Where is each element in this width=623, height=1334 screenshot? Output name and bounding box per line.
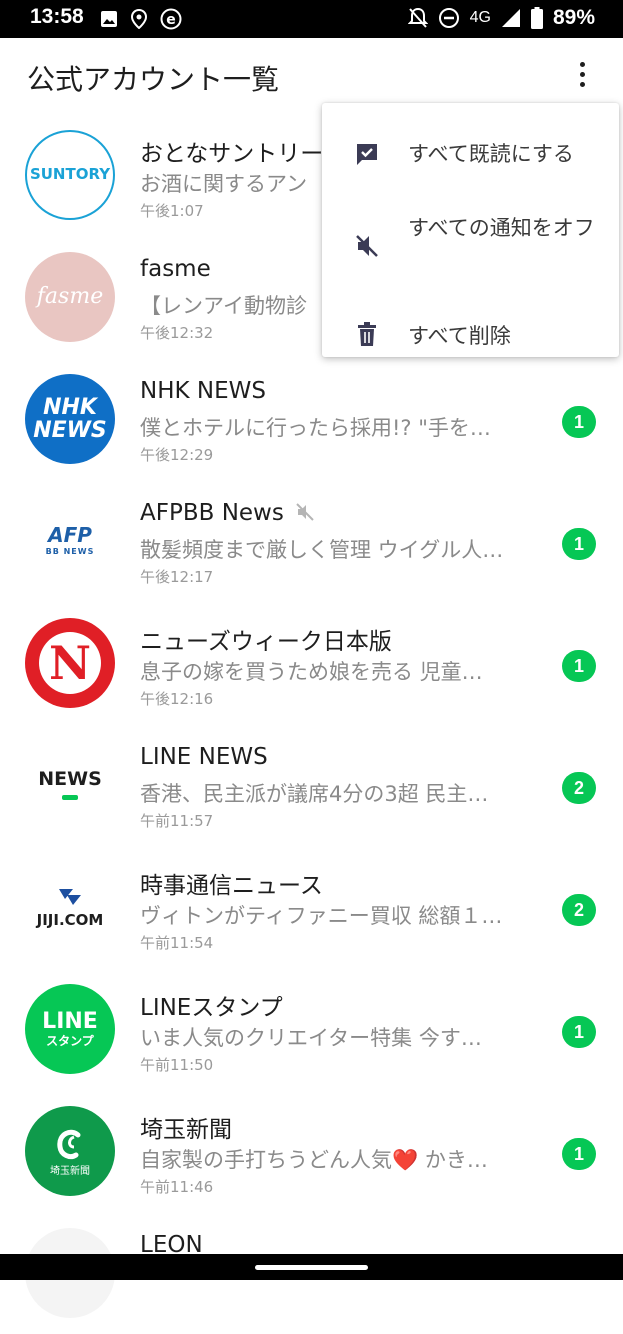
menu-item-delete-all[interactable]: すべて削除: [322, 295, 619, 357]
account-name: おとなサントリー: [140, 141, 324, 167]
page-title: 公式アカウント一覧: [27, 63, 280, 96]
account-row[interactable]: LINE スタンプ LINEスタンプ いま人気のクリエイター特集 今す… 午前1…: [0, 968, 623, 1090]
menu-label: すべて削除: [408, 324, 511, 348]
account-name: 埼玉新聞: [140, 1117, 232, 1143]
notifications-off-icon: [407, 7, 428, 28]
message-preview: 息子の嫁を買うため娘を売る 児童…: [140, 660, 483, 684]
avatar-logo-bottom: BB NEWS: [45, 547, 95, 557]
mute-icon: [356, 235, 378, 257]
system-nav-bar: [0, 1254, 623, 1280]
network-type: 4G: [469, 9, 491, 26]
avatar: fasme: [25, 252, 115, 342]
message-preview: 僕とホテルに行ったら採用!? "手を…: [140, 416, 491, 440]
avatar-logo: NEWS: [38, 767, 102, 790]
message-preview: 香港、民主派が議席4分の3超 民主…: [140, 782, 489, 806]
account-name: 時事通信ニュース: [140, 873, 323, 899]
message-preview: いま人気のクリエイター特集 今す…: [140, 1026, 482, 1050]
avatar-logo-bottom: スタンプ: [46, 1034, 94, 1049]
account-name: AFPBB News: [140, 500, 284, 526]
unread-badge: 1: [562, 1016, 596, 1048]
image-icon: [101, 11, 117, 27]
battery-level: 89%: [552, 6, 595, 29]
avatar-logo-top: NHK: [43, 394, 97, 420]
signal-icon: [501, 9, 520, 27]
unread-badge: 2: [562, 894, 596, 926]
account-row[interactable]: N ニューズウィーク日本版 息子の嫁を買うため娘を売る 児童… 午後12:16 …: [0, 602, 623, 724]
account-name-wrap: AFPBB News: [140, 500, 315, 526]
jiji-logo-icon: [59, 889, 81, 906]
account-name: LINE NEWS: [140, 744, 268, 770]
avatar: SUNTORY: [25, 130, 115, 220]
account-row[interactable]: AFP BB NEWS AFPBB News 散髪頻度まで厳しく管理 ウイグル人…: [0, 480, 623, 602]
account-name: NHK NEWS: [140, 378, 266, 404]
trash-icon: [358, 322, 376, 346]
unread-badge: 1: [562, 528, 596, 560]
avatar: NHK NEWS: [25, 374, 115, 464]
menu-item-mute-all[interactable]: すべての通知をオフ: [322, 205, 619, 295]
message-time: 午後1:07: [140, 202, 204, 220]
mark-read-icon: [357, 144, 377, 165]
avatar: 埼玉新聞: [25, 1106, 115, 1196]
avatar: LINE スタンプ: [25, 984, 115, 1074]
message-time: 午後12:29: [140, 446, 214, 464]
unread-badge: 1: [562, 650, 596, 682]
avatar-logo-bottom: 埼玉新聞: [50, 1165, 90, 1177]
menu-label: すべて既読にする: [408, 142, 574, 166]
account-name: ニューズウィーク日本版: [140, 629, 392, 655]
saitama-logo-icon: [57, 1129, 81, 1159]
message-time: 午後12:32: [140, 324, 214, 342]
avatar-logo-top: AFP: [48, 523, 92, 548]
overflow-menu: すべて既読にする すべての通知をオフ すべて削除: [322, 103, 619, 357]
unread-badge: 1: [562, 406, 596, 438]
message-preview: ヴィトンがティファニー買収 総額１…: [140, 904, 503, 928]
account-row[interactable]: JIJI.COM 時事通信ニュース ヴィトンがティファニー買収 総額１… 午前1…: [0, 846, 623, 968]
account-row[interactable]: NHK NEWS NHK NEWS 僕とホテルに行ったら採用!? "手を… 午後…: [0, 358, 623, 480]
avatar: NEWS: [25, 740, 115, 830]
message-time: 午前11:54: [140, 934, 214, 952]
unread-badge: 1: [562, 1138, 596, 1170]
account-name: fasme: [140, 256, 211, 282]
location-icon: [130, 9, 148, 29]
avatar: JIJI.COM: [25, 862, 115, 952]
avatar-logo-top: LINE: [42, 1009, 98, 1035]
avatar-logo-bottom: NEWS: [33, 418, 107, 443]
avatar: AFP BB NEWS: [25, 496, 115, 586]
e-app-icon: e: [160, 8, 182, 30]
avatar-logo: JIJI.COM: [36, 911, 104, 930]
avatar-logo: N: [39, 632, 101, 694]
more-options-icon[interactable]: [568, 62, 596, 92]
account-name: LINEスタンプ: [140, 995, 283, 1021]
logo-bar: [62, 795, 78, 801]
do-not-disturb-icon: [438, 8, 459, 28]
menu-label: すべての通知をオフ: [408, 216, 595, 240]
avatar: N: [25, 618, 115, 708]
status-time: 13:58: [30, 5, 84, 28]
account-row[interactable]: NEWS LINE NEWS 香港、民主派が議席4分の3超 民主… 午前11:5…: [0, 724, 623, 846]
message-preview: 散髪頻度まで厳しく管理 ウイグル人…: [140, 538, 504, 562]
unread-badge: 2: [562, 772, 596, 804]
battery-icon: [530, 7, 543, 29]
account-row[interactable]: 埼玉新聞 埼玉新聞 自家製の手打ちうどん人気❤️ かき… 午前11:46 1: [0, 1090, 623, 1212]
message-time: 午前11:57: [140, 812, 214, 830]
svg-text:e: e: [166, 12, 176, 28]
status-bar: 13:58 e 4G 89%: [0, 0, 623, 38]
menu-item-mark-all-read[interactable]: すべて既読にする: [322, 103, 619, 205]
message-time: 午前11:46: [140, 1178, 214, 1196]
message-time: 午後12:17: [140, 568, 214, 586]
message-time: 午後12:16: [140, 690, 214, 708]
message-preview: 自家製の手打ちうどん人気❤️ かき…: [140, 1148, 488, 1172]
home-gesture-handle[interactable]: [255, 1265, 368, 1270]
message-time: 午前11:50: [140, 1056, 214, 1074]
muted-icon: [296, 503, 314, 521]
